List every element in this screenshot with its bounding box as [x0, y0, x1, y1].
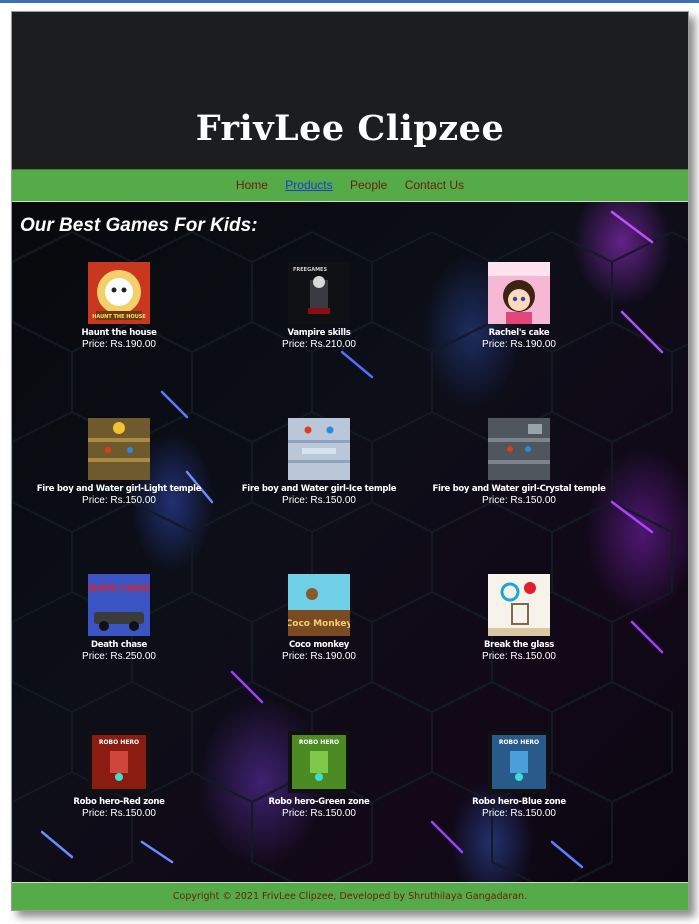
- death-chase-thumbnail[interactable]: DEATH CHASE: [88, 574, 150, 636]
- section-title: Our Best Games For Kids:: [20, 215, 258, 236]
- product-card-robo-hero-red-zone[interactable]: ROBO HERO Robo hero-Red zone Price: Rs.1…: [19, 731, 219, 819]
- fireboy-light-temple-thumbnail[interactable]: [88, 418, 150, 480]
- product-price: Price: Rs.150.00: [482, 495, 556, 506]
- product-name: Vampire skills: [287, 328, 351, 338]
- robo-hero-green-zone-thumbnail[interactable]: ROBO HERO: [288, 731, 350, 793]
- coco-monkey-thumbnail[interactable]: Coco Monkey: [288, 574, 350, 636]
- site-header: FrivLee Clipzee: [12, 12, 688, 169]
- page-frame: FrivLee Clipzee Home Products People Con…: [11, 11, 689, 911]
- site-title: FrivLee Clipzee: [195, 108, 505, 149]
- haunt-thumb-title: HAUNT THE HOUSE: [92, 314, 146, 320]
- product-card-coco-monkey[interactable]: Coco Monkey Coco monkey Price: Rs.190.00: [219, 574, 419, 662]
- death-chase-thumb-title: DEATH CHASE: [88, 584, 150, 594]
- product-card-death-chase[interactable]: DEATH CHASE Death chase Price: Rs.250.00: [19, 574, 219, 662]
- product-price: Price: Rs.150.00: [482, 651, 556, 662]
- product-card-robo-hero-green-zone[interactable]: ROBO HERO Robo hero-Green zone Price: Rs…: [219, 731, 419, 819]
- product-price: Price: Rs.150.00: [82, 495, 156, 506]
- product-price: Price: Rs.250.00: [82, 651, 156, 662]
- break-the-glass-thumbnail[interactable]: [488, 574, 550, 636]
- robo-green-thumb-title: ROBO HERO: [299, 739, 339, 746]
- fireboy-crystal-temple-thumbnail[interactable]: [488, 418, 550, 480]
- nav-link-people[interactable]: People: [350, 178, 387, 192]
- product-card-fireboy-light-temple[interactable]: Fire boy and Water girl-Light temple Pri…: [19, 418, 219, 506]
- product-card-fireboy-crystal-temple[interactable]: Fire boy and Water girl-Crystal temple P…: [419, 418, 619, 506]
- product-name: Death chase: [91, 640, 147, 650]
- nav-link-home[interactable]: Home: [236, 178, 268, 192]
- product-price: Price: Rs.190.00: [282, 651, 356, 662]
- product-name: Fire boy and Water girl-Crystal temple: [432, 484, 606, 494]
- product-price: Price: Rs.150.00: [82, 808, 156, 819]
- product-name: Coco monkey: [288, 640, 350, 650]
- product-card-robo-hero-blue-zone[interactable]: ROBO HERO Robo hero-Blue zone Price: Rs.…: [419, 731, 619, 819]
- product-card-rachels-cake[interactable]: Rachel's cake Price: Rs.190.00: [419, 262, 619, 350]
- copyright-text: Copyright © 2021 FrivLee Clipzee, Develo…: [172, 891, 528, 902]
- product-card-break-the-glass[interactable]: Break the glass Price: Rs.150.00: [419, 574, 619, 662]
- product-name: Rachel's cake: [488, 328, 550, 338]
- product-price: Price: Rs.150.00: [282, 495, 356, 506]
- product-price: Price: Rs.150.00: [482, 808, 556, 819]
- product-price: Price: Rs.190.00: [82, 339, 156, 350]
- robo-hero-red-zone-thumbnail[interactable]: ROBO HERO: [88, 731, 150, 793]
- product-name: Fire boy and Water girl-Light temple: [36, 484, 202, 494]
- rachels-cake-thumbnail[interactable]: [488, 262, 550, 324]
- product-card-fireboy-ice-temple[interactable]: Fire boy and Water girl-Ice temple Price…: [219, 418, 419, 506]
- vampire-skills-thumbnail[interactable]: FREEGAMES: [288, 262, 350, 324]
- haunt-the-house-thumbnail[interactable]: HAUNT THE HOUSE: [88, 262, 150, 324]
- product-name: Robo hero-Blue zone: [472, 797, 566, 807]
- main-nav: Home Products People Contact Us: [12, 169, 688, 202]
- products-section: Our Best Games For Kids: HAUNT THE HOUSE…: [12, 202, 688, 882]
- product-name: Haunt the house: [81, 328, 157, 338]
- product-card-haunt-the-house[interactable]: HAUNT THE HOUSE Haunt the house Price: R…: [19, 262, 219, 350]
- vampire-thumb-brand: FREEGAMES: [293, 267, 327, 273]
- nav-link-products[interactable]: Products: [285, 178, 332, 192]
- site-footer: Copyright © 2021 FrivLee Clipzee, Develo…: [12, 882, 688, 910]
- product-price: Price: Rs.150.00: [282, 808, 356, 819]
- product-card-vampire-skills[interactable]: FREEGAMES Vampire skills Price: Rs.210.0…: [219, 262, 419, 350]
- robo-red-thumb-title: ROBO HERO: [99, 739, 139, 746]
- product-name: Break the glass: [484, 640, 554, 650]
- robo-hero-blue-zone-thumbnail[interactable]: ROBO HERO: [488, 731, 550, 793]
- product-price: Price: Rs.190.00: [482, 339, 556, 350]
- robo-blue-thumb-title: ROBO HERO: [499, 739, 539, 746]
- product-name: Fire boy and Water girl-Ice temple: [241, 484, 397, 494]
- fireboy-ice-temple-thumbnail[interactable]: [288, 418, 350, 480]
- product-name: Robo hero-Red zone: [73, 797, 165, 807]
- product-name: Robo hero-Green zone: [268, 797, 370, 807]
- coco-monkey-thumb-title: Coco Monkey: [288, 619, 350, 629]
- product-price: Price: Rs.210.00: [282, 339, 356, 350]
- nav-link-contact-us[interactable]: Contact Us: [405, 178, 464, 192]
- window-top-strip: [0, 0, 699, 3]
